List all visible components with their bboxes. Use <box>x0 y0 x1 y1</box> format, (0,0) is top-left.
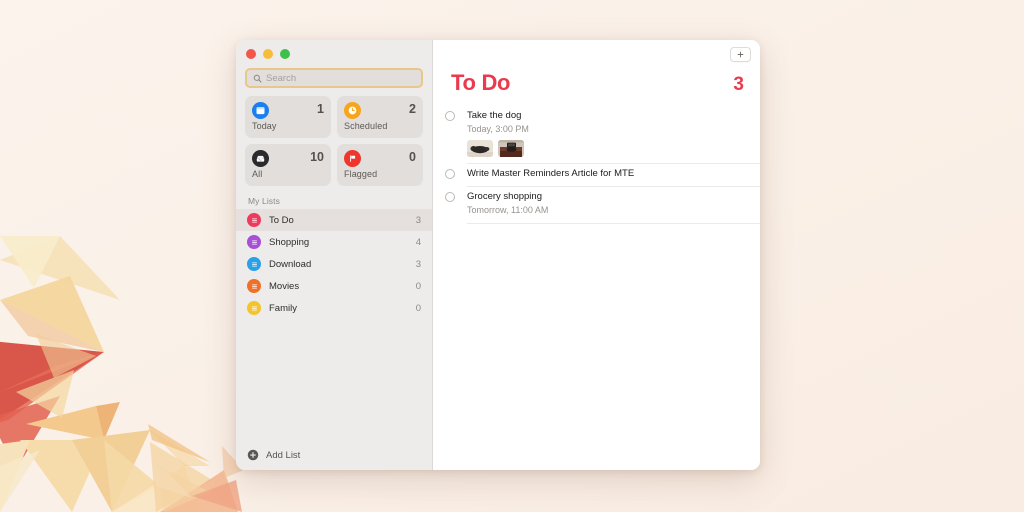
list-label: Movies <box>269 281 416 292</box>
reminders-window: 1 Today 2 <box>236 40 760 470</box>
sidebar-spacer <box>236 319 432 440</box>
list-icon <box>247 257 261 271</box>
list-count: 3 <box>416 259 421 270</box>
smart-list-count: 10 <box>310 150 324 165</box>
smart-list-label: Flagged <box>344 169 416 179</box>
clock-icon <box>344 102 361 119</box>
reminder-body: Take the dog Today, 3:00 PM <box>467 106 760 164</box>
attachment-thumbnail-photo-dog-lying[interactable] <box>467 140 493 157</box>
sidebar-item-shopping[interactable]: Shopping 4 <box>236 231 432 253</box>
tray-icon <box>252 150 269 167</box>
smart-list-count: 2 <box>409 102 416 117</box>
reminder-title: Write Master Reminders Article for MTE <box>467 167 752 180</box>
smart-list-flagged[interactable]: 0 Flagged <box>337 144 423 186</box>
sidebar-item-family[interactable]: Family 0 <box>236 297 432 319</box>
reminders-list: Take the dog Today, 3:00 PM <box>433 106 760 224</box>
reminder-due-date: Today, 3:00 PM <box>467 123 752 136</box>
my-lists: To Do 3 Shopping 4 <box>236 209 432 319</box>
smart-list-label: Today <box>252 121 324 131</box>
smart-lists-grid: 1 Today 2 <box>236 96 432 186</box>
search-box[interactable] <box>245 68 423 88</box>
calendar-icon <box>252 102 269 119</box>
list-label: Download <box>269 259 416 270</box>
close-button[interactable] <box>246 49 256 59</box>
list-icon <box>247 279 261 293</box>
attachment-thumbnail-photo-dog-in-car[interactable] <box>498 140 524 157</box>
reminder-complete-circle[interactable] <box>445 111 455 121</box>
search-input[interactable] <box>266 73 415 84</box>
desktop: 1 Today 2 <box>0 0 1024 512</box>
list-icon <box>247 235 261 249</box>
list-count: 0 <box>416 281 421 292</box>
smart-list-count: 0 <box>409 150 416 165</box>
search-icon <box>253 74 262 83</box>
smart-list-scheduled[interactable]: 2 Scheduled <box>337 96 423 138</box>
reminder-complete-circle[interactable] <box>445 192 455 202</box>
my-lists-header: My Lists <box>236 186 432 209</box>
reminder-title: Take the dog <box>467 109 752 122</box>
add-list-button[interactable]: Add List <box>236 440 432 470</box>
list-icon <box>247 213 261 227</box>
reminder-row[interactable]: Write Master Reminders Article for MTE <box>445 164 760 187</box>
smart-list-label: Scheduled <box>344 121 416 131</box>
smart-list-all[interactable]: 10 All <box>245 144 331 186</box>
zoom-button[interactable] <box>280 49 290 59</box>
add-list-label: Add List <box>266 450 300 461</box>
list-label: To Do <box>269 215 416 226</box>
content-toolbar <box>433 40 760 68</box>
list-count: 0 <box>416 303 421 314</box>
list-label: Family <box>269 303 416 314</box>
list-count: 4 <box>416 237 421 248</box>
content-pane: To Do 3 Take the dog Today, 3:00 PM <box>433 40 760 470</box>
reminder-body: Grocery shopping Tomorrow, 11:00 AM <box>467 187 760 224</box>
reminder-title: Grocery shopping <box>467 190 752 203</box>
page-title: To Do <box>451 70 510 96</box>
window-traffic-lights <box>236 40 432 68</box>
list-count: 3 <box>416 215 421 226</box>
list-label: Shopping <box>269 237 416 248</box>
reminder-attachments <box>467 140 752 157</box>
smart-list-label: All <box>252 169 324 179</box>
reminder-row[interactable]: Take the dog Today, 3:00 PM <box>445 106 760 164</box>
plus-icon <box>736 50 745 59</box>
add-reminder-button[interactable] <box>730 47 751 62</box>
reminder-due-date: Tomorrow, 11:00 AM <box>467 204 752 217</box>
search-container <box>236 68 432 96</box>
list-icon <box>247 301 261 315</box>
sidebar: 1 Today 2 <box>236 40 433 470</box>
sidebar-item-movies[interactable]: Movies 0 <box>236 275 432 297</box>
reminder-complete-circle[interactable] <box>445 169 455 179</box>
smart-list-today[interactable]: 1 Today <box>245 96 331 138</box>
reminder-count-badge: 3 <box>733 74 744 96</box>
plus-circle-icon <box>247 449 259 461</box>
flag-icon <box>344 150 361 167</box>
reminder-body: Write Master Reminders Article for MTE <box>467 164 760 187</box>
content-header: To Do 3 <box>433 68 760 96</box>
minimize-button[interactable] <box>263 49 273 59</box>
sidebar-item-download[interactable]: Download 3 <box>236 253 432 275</box>
smart-list-count: 1 <box>317 102 324 117</box>
reminder-row[interactable]: Grocery shopping Tomorrow, 11:00 AM <box>445 187 760 224</box>
sidebar-item-to-do[interactable]: To Do 3 <box>236 209 432 231</box>
